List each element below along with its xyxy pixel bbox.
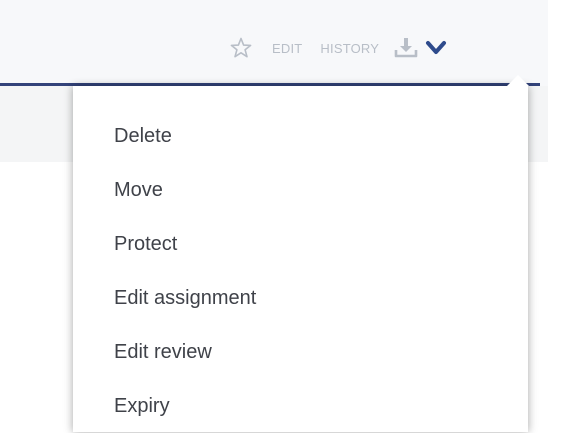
more-actions-dropdown: Delete Move Protect Edit assignment Edit… — [73, 75, 529, 433]
dropdown-caret — [507, 75, 529, 86]
history-link[interactable]: HISTORY — [320, 41, 379, 56]
right-gutter — [548, 0, 570, 432]
menu-item-move[interactable]: Move — [73, 163, 528, 217]
dropdown-menu: Delete Move Protect Edit assignment Edit… — [73, 86, 528, 433]
menu-item-protect[interactable]: Protect — [73, 217, 528, 271]
star-outline-icon[interactable] — [229, 36, 253, 60]
menu-item-delete[interactable]: Delete — [73, 109, 528, 163]
menu-item-expiry[interactable]: Expiry — [73, 379, 528, 433]
download-icon[interactable] — [393, 36, 419, 60]
edit-link[interactable]: EDIT — [272, 41, 302, 56]
page-toolbar: EDIT HISTORY — [227, 30, 447, 66]
menu-item-edit-review[interactable]: Edit review — [73, 325, 528, 379]
menu-item-edit-assignment[interactable]: Edit assignment — [73, 271, 528, 325]
chevron-down-icon[interactable] — [425, 37, 447, 59]
